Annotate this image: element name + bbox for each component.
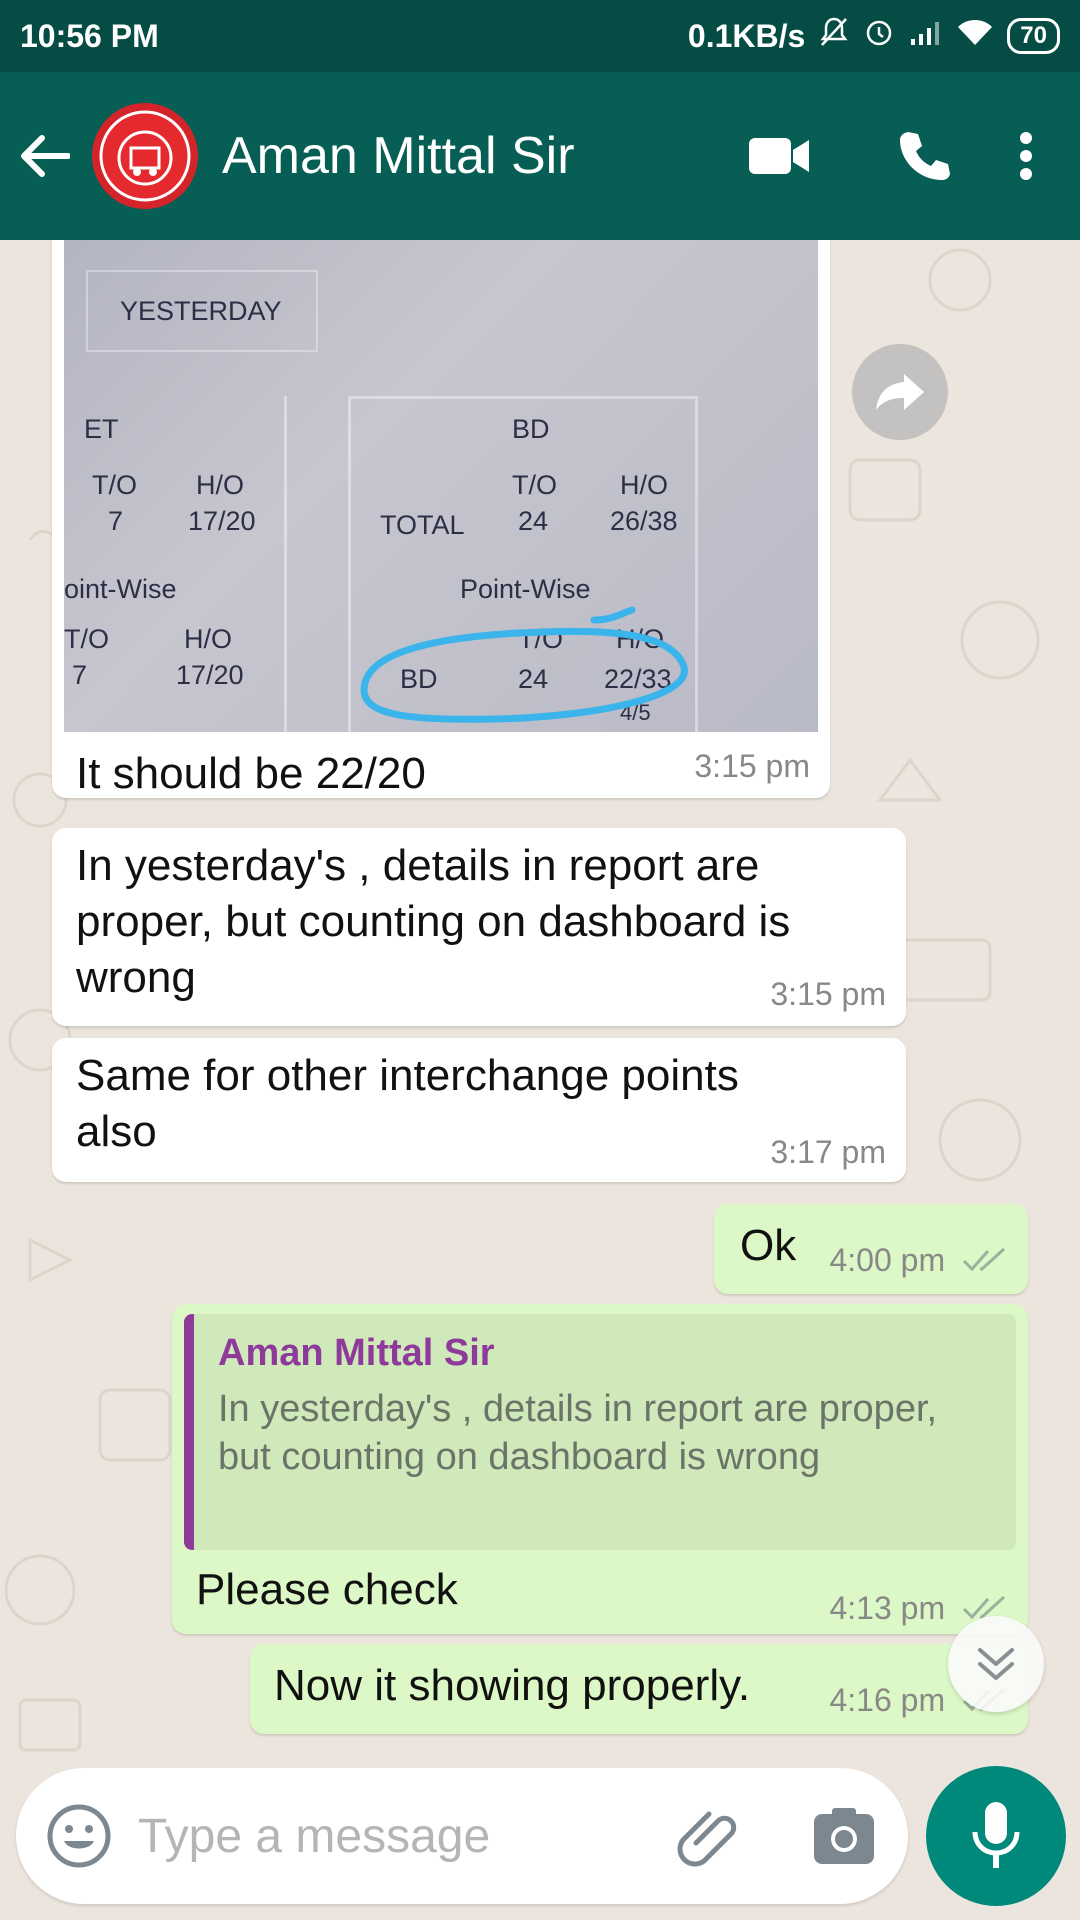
- avatar[interactable]: [92, 103, 198, 209]
- wifi-icon: [957, 18, 993, 55]
- message-time: 4:16 pm: [829, 1682, 946, 1718]
- double-chevron-down-icon: [978, 1648, 1014, 1680]
- photo-label: YESTERDAY: [120, 296, 282, 326]
- scroll-to-bottom-button[interactable]: [948, 1616, 1044, 1712]
- message-text: Same for other interchange points also: [76, 1051, 739, 1156]
- emoji-icon[interactable]: [46, 1803, 112, 1869]
- status-bar: 10:56 PM 0.1KB/s 70: [0, 0, 1080, 72]
- photo-label: 17/20: [188, 506, 256, 536]
- message-time: 3:17 pm: [770, 1134, 886, 1170]
- message-time: 4:00 pm: [829, 1242, 946, 1278]
- photo-label: T/O: [92, 470, 137, 500]
- photo-label: H/O: [196, 470, 245, 500]
- photo-label: T/O: [64, 624, 109, 654]
- message-text: Ok: [740, 1221, 797, 1270]
- photo-label: TOTAL: [380, 510, 465, 540]
- camera-icon[interactable]: [812, 1806, 876, 1866]
- chat-area[interactable]: YESTERDAY ET BD T/O H/O 7 17/20 T/O H/O …: [0, 240, 1080, 1760]
- status-icons: 0.1KB/s 70: [688, 16, 1060, 56]
- photo-label: 7: [108, 506, 124, 536]
- highlight-circle: [360, 606, 688, 723]
- message-bubble-outgoing[interactable]: Now it showing properly. 4:16 pm: [250, 1644, 1028, 1734]
- voice-record-button[interactable]: [926, 1766, 1066, 1906]
- message-time: 3:15 pm: [770, 976, 886, 1012]
- forward-icon: [876, 374, 924, 410]
- message-text: Please check: [196, 1565, 458, 1614]
- photo-label: 17/20: [176, 660, 244, 690]
- message-input[interactable]: [136, 1807, 640, 1865]
- net-speed: 0.1KB/s: [687, 17, 806, 54]
- photo-label: 26/38: [610, 506, 678, 536]
- message-bubble-outgoing[interactable]: Aman Mittal Sir In yesterday's , details…: [172, 1304, 1028, 1634]
- message-time: 4:00 pm: [829, 1242, 1008, 1281]
- shared-image[interactable]: YESTERDAY ET BD T/O H/O 7 17/20 T/O H/O …: [64, 240, 818, 732]
- photo-label: BD: [512, 414, 550, 444]
- photo-label: 24: [518, 506, 549, 536]
- header-actions: [706, 128, 1056, 184]
- message-text: In yesterday's , details in report are p…: [76, 841, 791, 1002]
- message-bubble-incoming[interactable]: In yesterday's , details in report are p…: [52, 828, 906, 1026]
- photo-label: T/O: [512, 470, 557, 500]
- signal-icon: [909, 18, 943, 55]
- message-bubble-outgoing[interactable]: Ok 4:00 pm: [714, 1204, 1028, 1294]
- photo-label: oint-Wise: [64, 574, 177, 604]
- message-text: It should be 22/20: [76, 749, 426, 798]
- message-bubble-incoming[interactable]: Same for other interchange points also 3…: [52, 1038, 906, 1182]
- more-vert-icon[interactable]: [996, 131, 1056, 181]
- message-text: Now it showing properly.: [274, 1661, 751, 1710]
- message-bubble-incoming[interactable]: YESTERDAY ET BD T/O H/O 7 17/20 T/O H/O …: [52, 240, 830, 798]
- microphone-icon: [972, 1802, 1020, 1868]
- battery-indicator: 70: [1007, 18, 1060, 54]
- photo-label: ET: [84, 414, 119, 444]
- mute-bell-icon: [819, 16, 849, 56]
- back-arrow-icon[interactable]: [18, 134, 88, 178]
- photo-label: H/O: [184, 624, 233, 654]
- photo-label: H/O: [620, 470, 669, 500]
- forward-button[interactable]: [852, 344, 948, 440]
- message-time: 3:15 pm: [694, 748, 810, 784]
- message-time: 4:13 pm: [829, 1590, 946, 1626]
- alarm-icon: [863, 16, 895, 56]
- photo-label: 7: [72, 660, 88, 690]
- video-call-icon[interactable]: [706, 134, 851, 178]
- contact-name[interactable]: Aman Mittal Sir: [222, 126, 706, 186]
- quote-author: Aman Mittal Sir: [218, 1332, 495, 1374]
- attach-icon[interactable]: [676, 1801, 746, 1871]
- quoted-message[interactable]: Aman Mittal Sir In yesterday's , details…: [184, 1314, 1016, 1550]
- double-check-icon: [962, 1244, 1008, 1281]
- status-time: 10:56 PM: [20, 17, 159, 54]
- phone-icon[interactable]: [851, 128, 996, 184]
- quote-text: In yesterday's , details in report are p…: [218, 1388, 938, 1478]
- chat-header: Aman Mittal Sir: [0, 72, 1080, 240]
- message-composer: [16, 1768, 908, 1904]
